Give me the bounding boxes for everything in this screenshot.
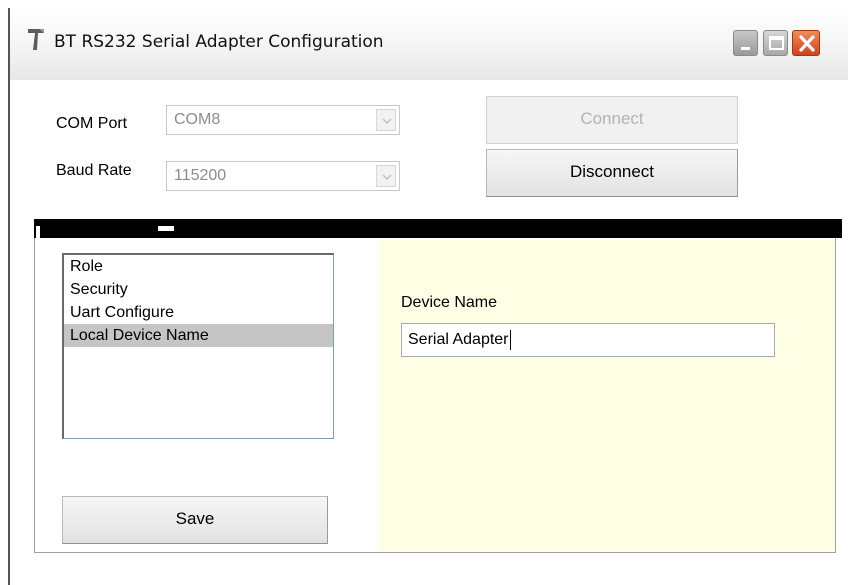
title-bar[interactable]: BT RS232 Serial Adapter Configuration [10, 8, 848, 80]
baud-rate-select[interactable]: 115200 [166, 161, 400, 191]
baud-rate-label: Baud Rate [56, 162, 132, 179]
device-name-input[interactable]: Serial Adapter [401, 323, 775, 357]
tab-edge [36, 226, 40, 238]
com-port-label: COM Port [56, 115, 128, 132]
disconnect-button[interactable]: Disconnect [486, 149, 738, 197]
list-item-role[interactable]: Role [64, 255, 333, 278]
connect-button[interactable]: Connect [486, 96, 738, 144]
device-name-panel [380, 240, 835, 551]
minimize-button[interactable] [733, 30, 758, 56]
baud-rate-dropdown-button[interactable] [376, 165, 396, 187]
text-caret [509, 329, 511, 350]
list-item-local-device-name[interactable]: Local Device Name [64, 324, 333, 347]
com-port-dropdown-button[interactable] [376, 109, 396, 131]
device-name-label: Device Name [401, 294, 498, 311]
list-item-uart-configure[interactable]: Uart Configure [64, 301, 333, 324]
close-button[interactable] [792, 30, 820, 56]
maximize-button[interactable] [763, 30, 788, 56]
save-button[interactable]: Save [62, 496, 328, 544]
com-port-select[interactable]: COM8 [166, 105, 400, 135]
baud-rate-value: 115200 [174, 167, 227, 184]
chevron-down-icon [382, 174, 392, 180]
device-name-value: Serial Adapter [408, 331, 509, 348]
com-port-value: COM8 [174, 111, 221, 128]
app-window: BT RS232 Serial Adapter Configuration CO… [8, 8, 848, 585]
chevron-down-icon [382, 118, 392, 124]
minimize-icon [741, 47, 750, 50]
tab-separator [158, 226, 174, 231]
app-icon [28, 29, 44, 50]
close-icon [799, 35, 815, 52]
settings-list[interactable]: Role Security Uart Configure Local Devic… [62, 253, 334, 439]
list-item-security[interactable]: Security [64, 278, 333, 301]
window-title: BT RS232 Serial Adapter Configuration [54, 32, 384, 52]
tab-strip-lower [34, 226, 842, 238]
maximize-icon [769, 36, 784, 50]
tab-strip[interactable] [34, 219, 842, 226]
